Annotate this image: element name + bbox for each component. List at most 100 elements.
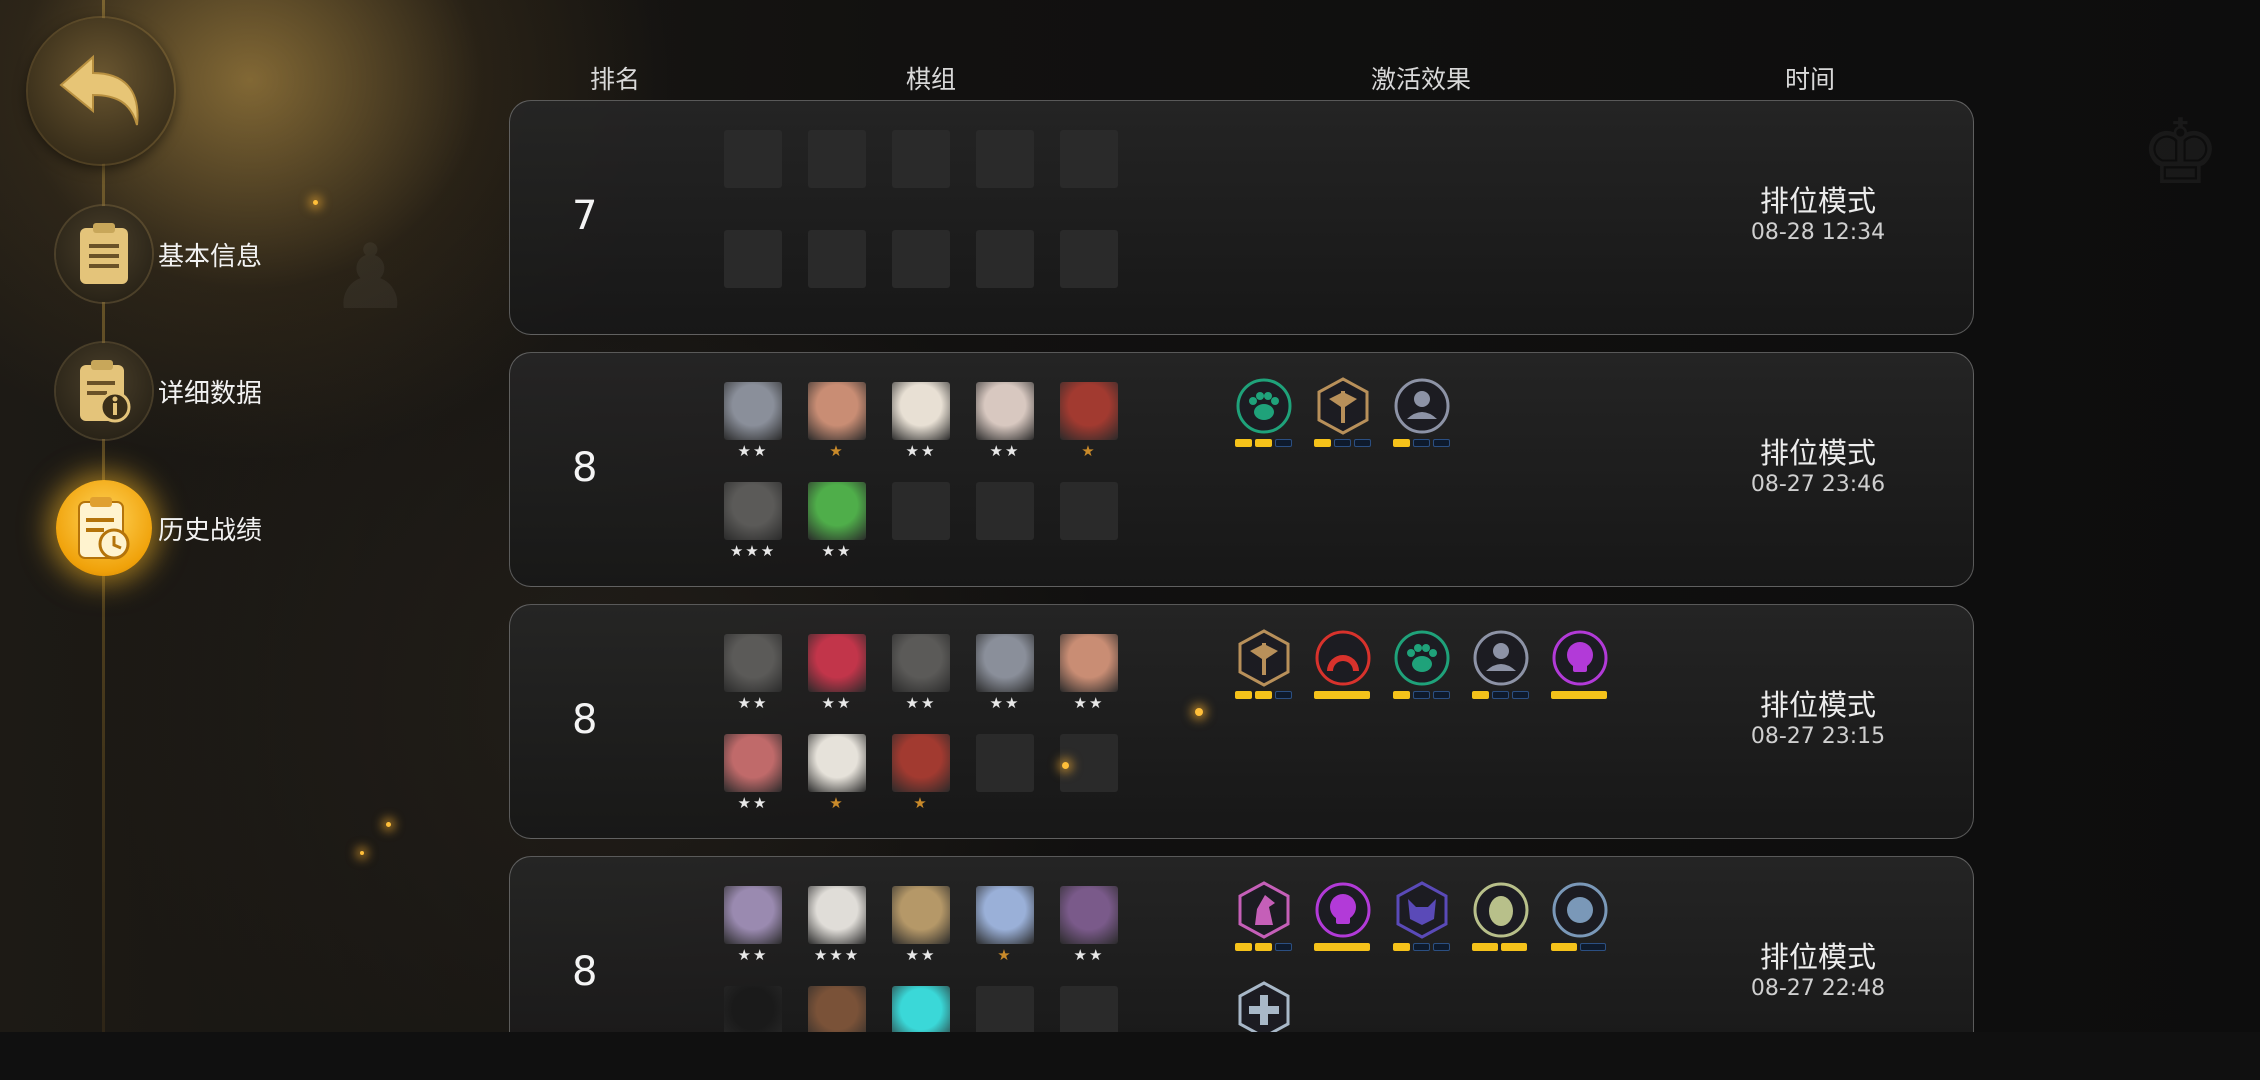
match-mode: 排位模式 <box>1759 940 1876 974</box>
back-button[interactable] <box>28 18 174 164</box>
hero-piece-slot[interactable]: ★★ <box>1060 886 1118 963</box>
match-row[interactable]: 8 ★★ ★ ★★ ★★ ★ ★★★ ★★ 排位模式 08-27 23:46 <box>509 352 1974 587</box>
empty-piece-slot <box>976 482 1034 540</box>
hero-piece-slot[interactable]: ★★ <box>976 634 1034 711</box>
empty-slot-box <box>976 482 1034 540</box>
hero-portrait <box>892 382 950 440</box>
pip-inactive <box>1413 439 1430 447</box>
synergy-badge[interactable] <box>1235 629 1293 699</box>
synergy-badge[interactable] <box>1551 629 1609 699</box>
synergy-badge[interactable] <box>1472 629 1530 699</box>
hero-piece-slot[interactable]: ★ <box>1060 382 1118 459</box>
empty-piece-slot <box>976 986 1034 1032</box>
synergy-badge[interactable] <box>1235 881 1293 951</box>
ember-particle <box>360 851 364 855</box>
synergy-badge[interactable] <box>1551 881 1609 951</box>
empty-slot-box <box>976 230 1034 288</box>
hero-portrait <box>724 482 782 540</box>
hero-portrait <box>724 986 782 1032</box>
hero-piece-slot[interactable]: ★ <box>808 382 866 459</box>
star-rating: ★ <box>829 442 845 460</box>
nav-match-history[interactable]: 历史战绩 <box>56 480 262 576</box>
demon-icon <box>1396 881 1448 939</box>
skull-icon <box>1552 630 1608 686</box>
empty-slot-box <box>1060 482 1118 540</box>
match-mode-time: 排位模式 08-27 23:46 <box>1735 435 1901 499</box>
empty-slot-box <box>892 230 950 288</box>
synergy-level-pips <box>1551 943 1613 951</box>
hero-piece-slot[interactable]: ★★ <box>892 382 950 459</box>
match-row[interactable]: 8 ★★ ★★★ ★★ ★ ★★ 排位模式 08-27 22:48 <box>509 856 1974 1032</box>
star-rating: ★★ <box>821 542 853 560</box>
hero-piece-slot[interactable]: ★★★ <box>808 886 866 963</box>
ember-particle <box>1062 762 1069 769</box>
match-time: 08-27 23:15 <box>1750 724 1886 749</box>
empty-piece-slot <box>976 230 1034 288</box>
hero-piece-slot[interactable]: ★★ <box>892 634 950 711</box>
hero-piece-slot[interactable] <box>724 986 782 1032</box>
hero-piece-slot[interactable] <box>808 986 866 1032</box>
hero-portrait <box>808 482 866 540</box>
synergy-badge[interactable] <box>1314 629 1372 699</box>
nav-label-detailed-data: 详细数据 <box>158 378 263 409</box>
hero-piece-slot[interactable]: ★★ <box>724 734 782 811</box>
match-mode-time: 排位模式 08-27 23:15 <box>1735 687 1901 751</box>
synergy-badge[interactable] <box>1235 377 1293 447</box>
synergy-badge[interactable] <box>1314 377 1372 447</box>
hero-piece-slot[interactable]: ★ <box>808 734 866 811</box>
match-row[interactable]: 7 排位模式 08-28 12:34 <box>509 100 1974 335</box>
hero-piece-slot[interactable]: ★★ <box>724 634 782 711</box>
star-rating: ★★ <box>905 442 937 460</box>
synergy-badge[interactable] <box>1393 377 1451 447</box>
hero-portrait <box>892 734 950 792</box>
star-rating: ★★★ <box>729 542 777 560</box>
synergy-badge[interactable] <box>1235 981 1293 1032</box>
hero-piece-slot[interactable]: ★★ <box>1060 634 1118 711</box>
empty-piece-slot <box>976 130 1034 188</box>
empty-piece-slot <box>808 130 866 188</box>
hero-piece-slot[interactable]: ★★ <box>808 482 866 559</box>
synergy-badge[interactable] <box>1393 881 1451 951</box>
pip-inactive <box>1433 943 1450 951</box>
star-rating: ★★ <box>737 442 769 460</box>
pip-active <box>1501 943 1527 951</box>
pawn-watermark: ♟ <box>330 225 411 330</box>
star-rating: ★★★ <box>813 946 861 964</box>
ember-particle <box>386 822 391 827</box>
empty-slot-box <box>724 230 782 288</box>
hero-piece-slot[interactable]: ★★ <box>976 382 1034 459</box>
star-rating: ★★ <box>989 442 1021 460</box>
empty-piece-slot <box>976 734 1034 792</box>
synergy-level-pips <box>1235 943 1297 951</box>
star-rating: ★★ <box>821 694 853 712</box>
hero-piece-slot[interactable]: ★ <box>976 886 1034 963</box>
nav-basic-info[interactable]: 基本信息 <box>56 206 262 302</box>
empty-slot-box <box>724 130 782 188</box>
hero-piece-slot[interactable]: ★★ <box>808 634 866 711</box>
axe-icon <box>1317 377 1369 435</box>
hero-piece-slot[interactable]: ★★ <box>892 886 950 963</box>
synergy-badge[interactable] <box>1314 881 1372 951</box>
hero-piece-slot[interactable]: ★★★ <box>724 482 782 559</box>
hero-piece-slot[interactable] <box>892 986 950 1032</box>
synergy-badge[interactable] <box>1393 629 1451 699</box>
hero-piece-slot[interactable]: ★★ <box>724 382 782 459</box>
pip-inactive <box>1433 439 1450 447</box>
empty-slot-box <box>892 130 950 188</box>
hero-piece-slot[interactable]: ★ <box>892 734 950 811</box>
match-row[interactable]: 8 ★★ ★★ ★★ ★★ ★★ ★★ ★ ★ 排位模式 08-27 23:15 <box>509 604 1974 839</box>
back-arrow-icon <box>59 54 139 126</box>
rank-value: 8 <box>572 949 598 995</box>
match-history-list[interactable]: 7 排位模式 08-28 12:34 8 ★★ ★ ★★ ★★ ★ ★★★ ★★ 排位模式 08-27 … <box>509 100 1974 1032</box>
match-time: 08-28 12:34 <box>1750 220 1886 245</box>
hero-portrait <box>892 634 950 692</box>
empty-slot-box <box>808 230 866 288</box>
nav-detailed-data[interactable]: 详细数据 <box>56 343 262 439</box>
synergy-badge[interactable] <box>1472 881 1530 951</box>
hero-portrait <box>724 382 782 440</box>
star-rating: ★ <box>1081 442 1097 460</box>
skull-icon <box>1315 882 1371 938</box>
hero-piece-slot[interactable]: ★★ <box>724 886 782 963</box>
hero-portrait <box>724 886 782 944</box>
star-rating: ★★ <box>905 946 937 964</box>
